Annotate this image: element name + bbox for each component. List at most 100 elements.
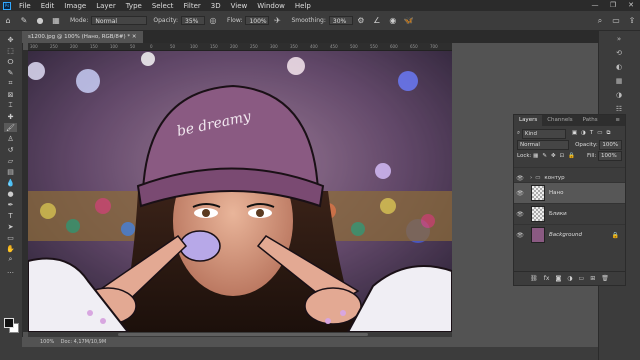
lock-image-icon[interactable]: ✎ [542,153,547,159]
type-tool-icon[interactable]: T [4,211,17,220]
document-canvas[interactable]: be dreamy [28,51,452,332]
pressure-opacity-icon[interactable]: ◎ [208,16,218,26]
eraser-icon[interactable]: ▱ [4,156,17,165]
filter-pixel-icon[interactable]: ▣ [572,130,577,137]
menu-help[interactable]: Help [290,2,316,10]
kind-filter-select[interactable]: Kind [521,128,566,139]
collapse-icon[interactable]: » [612,35,626,44]
workspace-icon[interactable]: ▭ [611,16,621,26]
new-layer-icon[interactable]: ⊞ [590,275,595,282]
tab-paths[interactable]: Paths [578,115,603,126]
lock-artboard-icon[interactable]: ⊡ [560,153,565,159]
dodge-icon[interactable]: ● [4,189,17,198]
layer-row-bliki[interactable]: 👁 Блики [514,203,625,224]
visibility-eye-icon[interactable]: 👁 [514,232,526,239]
foreground-color-swatch[interactable] [4,318,14,328]
menu-filter[interactable]: Filter [178,2,205,10]
menu-layer[interactable]: Layer [91,2,121,10]
home-icon[interactable]: ⌂ [3,16,13,26]
maximize-button[interactable]: ❐ [604,0,622,11]
layer-name[interactable]: Background [549,232,582,238]
airbrush-icon[interactable]: ✈ [272,16,282,26]
healing-brush-icon[interactable]: ✚ [4,112,17,121]
angle-icon[interactable]: ∠ [372,16,382,26]
close-button[interactable]: ✕ [622,0,640,11]
frame-tool-icon[interactable]: ⊠ [4,90,17,99]
group-chevron-icon[interactable]: › [530,175,532,181]
blend-mode-select[interactable]: Normal [517,139,570,150]
panel-menu-icon[interactable]: ≡ [610,115,625,126]
pressure-size-icon[interactable]: ◉ [388,16,398,26]
delete-layer-icon[interactable]: 🗑 [601,275,609,282]
scroll-thumb[interactable] [118,333,368,336]
adjustments-icon[interactable]: ◑ [612,91,626,100]
shape-tool-icon[interactable]: ▭ [4,233,17,242]
tab-layers[interactable]: Layers [514,115,543,126]
mode-select[interactable]: Normal [91,16,148,25]
brush-preset-icon[interactable]: ✎ [19,16,29,26]
symmetry-icon[interactable]: 🦋 [404,16,414,26]
minimize-button[interactable]: — [586,0,604,11]
layer-row-background[interactable]: 👁 Background 🔒 [514,224,625,245]
layer-name[interactable]: Блики [549,211,567,217]
flow-field[interactable]: 100% [245,16,270,25]
history-icon[interactable]: ⟲ [612,49,626,58]
move-tool-icon[interactable]: ✥ [4,35,17,44]
layer-name[interactable]: Нано [549,190,563,196]
pen-tool-icon[interactable]: ✒ [4,200,17,209]
visibility-eye-icon[interactable]: 👁 [514,190,526,197]
hand-tool-icon[interactable]: ✋ [4,244,17,253]
visibility-eye-icon[interactable]: 👁 [514,175,526,182]
filter-type-icon[interactable]: T [590,130,593,137]
menu-edit[interactable]: Edit [36,2,60,10]
eyedropper-icon[interactable]: ⌶ [4,101,17,110]
lock-transparent-icon[interactable]: ▦ [533,153,538,159]
lock-position-icon[interactable]: ✥ [551,153,556,159]
brush-tool-icon[interactable]: 🖌 [4,123,17,132]
add-mask-icon[interactable]: ◙ [555,275,561,282]
tab-close-icon[interactable]: ✕ [132,34,137,40]
visibility-eye-icon[interactable]: 👁 [514,211,526,218]
brush-settings-icon[interactable]: ▦ [51,16,61,26]
new-group-icon[interactable]: ▭ [579,275,585,282]
lock-all-icon[interactable]: 🔒 [568,153,575,159]
brush-size-icon[interactable]: ● [35,16,45,26]
clone-stamp-icon[interactable]: ♙ [4,134,17,143]
menu-file[interactable]: File [14,2,36,10]
crop-tool-icon[interactable]: ⌗ [4,79,17,88]
menu-window[interactable]: Window [252,2,290,10]
tab-channels[interactable]: Channels [542,115,577,126]
history-brush-icon[interactable]: ↺ [4,145,17,154]
link-layers-icon[interactable]: ⛓ [530,275,538,282]
filter-smart-icon[interactable]: ⧉ [606,130,610,137]
share-icon[interactable]: ⇪ [627,16,637,26]
more-tools-icon[interactable]: … [4,266,17,275]
smoothing-field[interactable]: 30% [328,16,353,25]
menu-view[interactable]: View [226,2,253,10]
filter-shape-icon[interactable]: ▭ [597,130,602,137]
quick-select-icon[interactable]: ✎ [4,68,17,77]
gear-icon[interactable]: ⚙ [356,16,366,26]
opacity-field[interactable]: 35% [181,16,206,25]
gradient-icon[interactable]: ▤ [4,167,17,176]
path-select-icon[interactable]: ➤ [4,222,17,231]
fx-icon[interactable]: fx [544,275,550,282]
doc-size[interactable]: Doc: 4,17M/10,9M [61,339,107,345]
zoom-tool-icon[interactable]: ⌕ [4,255,17,264]
layer-opacity-field[interactable]: 100% [599,139,622,150]
color-icon[interactable]: ◐ [612,63,626,72]
menu-select[interactable]: Select [147,2,179,10]
properties-icon[interactable]: ☷ [612,105,626,114]
layer-name[interactable]: контур [544,175,564,181]
menu-3d[interactable]: 3D [206,2,226,10]
menu-image[interactable]: Image [59,2,91,10]
zoom-level[interactable]: 100% [40,339,54,345]
fill-field[interactable]: 100% [598,150,622,161]
menu-type[interactable]: Type [121,2,147,10]
blur-icon[interactable]: 💧 [4,178,17,187]
adjustment-layer-icon[interactable]: ◑ [567,275,572,282]
lasso-tool-icon[interactable]: ⵔ [4,57,17,66]
filter-adjust-icon[interactable]: ◑ [581,130,586,137]
layer-row-nano[interactable]: 👁 Нано [514,182,625,203]
document-tab[interactable]: s1200.jpg @ 100% (Нано, RGB/8#) * ✕ [22,31,143,43]
